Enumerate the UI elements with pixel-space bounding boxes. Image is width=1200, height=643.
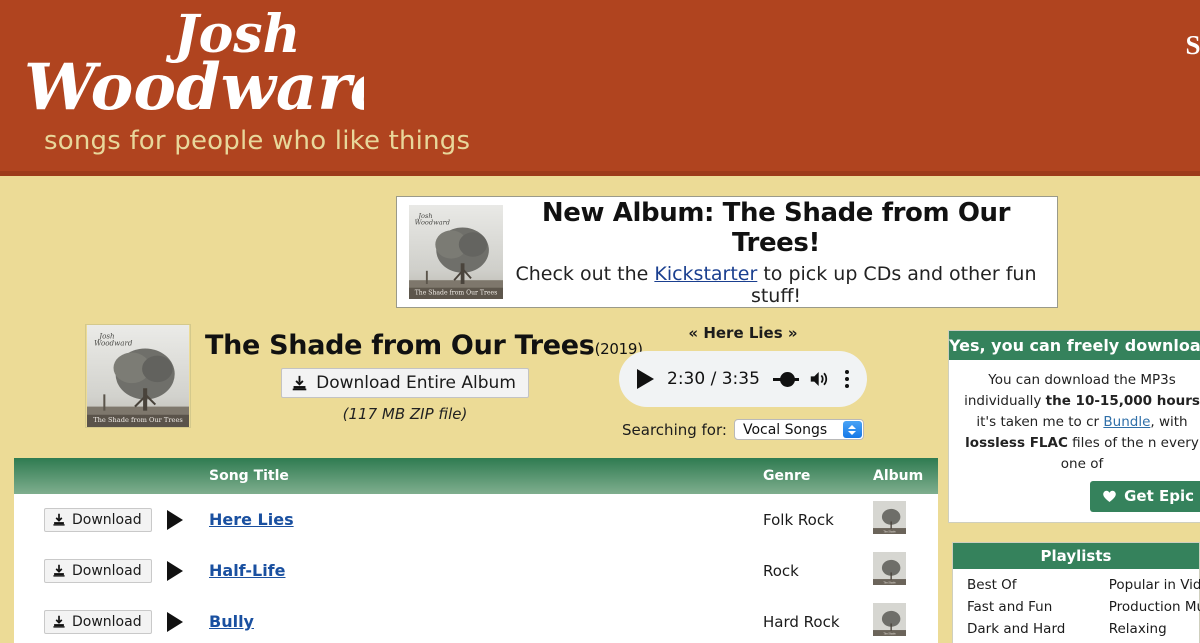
playlist-item[interactable]: Popular in Videos <box>1109 575 1200 597</box>
svg-text:The Shade from Our Trees: The Shade from Our Trees <box>415 289 498 296</box>
svg-text:The Shade from Our Trees: The Shade from Our Trees <box>93 416 183 424</box>
row-album-thumbnail[interactable]: The Shade <box>873 603 906 636</box>
playlist-item[interactable]: Dark and Hard <box>967 619 1095 641</box>
playlists-heading: Playlists <box>953 543 1199 569</box>
search-label: Searching for: <box>622 420 727 439</box>
playlist-item[interactable]: Relaxing <box>1109 619 1200 641</box>
play-icon[interactable] <box>637 369 654 389</box>
svg-text:The Shade: The Shade <box>883 530 896 533</box>
playlist-item[interactable]: Fast and Fun <box>967 597 1095 619</box>
play-icon[interactable] <box>167 560 183 581</box>
song-title-link[interactable]: Bully <box>209 612 254 631</box>
logo-tagline: songs for people who like things <box>44 126 471 156</box>
banner-sub-after: to pick up CDs and other fun stuff! <box>750 262 1037 307</box>
download-icon <box>53 564 65 577</box>
svg-text:Woodward: Woodward <box>24 50 364 124</box>
album-info: The Shade from Our Trees(2019) Download … <box>205 330 643 423</box>
download-icon <box>53 513 65 526</box>
seek-handle-icon[interactable] <box>772 370 799 388</box>
playlists-box: Playlists Best Of Fast and Fun Dark and … <box>952 542 1200 643</box>
banner-album-art: Josh Woodward The Shade from Our Trees <box>409 205 503 299</box>
row-album-thumbnail[interactable]: The Shade <box>873 501 906 534</box>
playlists-column-2: Popular in Videos Production Music Relax… <box>1095 575 1200 643</box>
player-time-display: 2:30 / 3:35 <box>667 369 760 389</box>
banner-text: New Album: The Shade from Our Trees! Che… <box>503 198 1057 307</box>
col-header-genre: Genre <box>763 468 811 484</box>
free-text-part-2: it's taken me to cr <box>976 413 1100 430</box>
col-header-song-title: Song Title <box>209 468 289 484</box>
play-icon[interactable] <box>167 611 183 632</box>
playlist-item[interactable]: Production Music <box>1109 597 1200 619</box>
free-download-box: Yes, you can freely download a You can d… <box>948 330 1200 523</box>
download-song-button[interactable]: Download <box>44 507 152 532</box>
banner-sub-before: Check out the <box>515 262 655 285</box>
play-icon[interactable] <box>167 509 183 530</box>
download-entire-album-button[interactable]: Download Entire Album <box>281 368 529 398</box>
site-logo[interactable]: Josh Woodward songs for people who like … <box>14 4 470 156</box>
page-body: Josh Woodward The Shade from Our Trees N… <box>0 176 1200 643</box>
col-header-album: Album <box>873 468 924 484</box>
svg-text:The Shade: The Shade <box>883 581 896 584</box>
song-genre: Folk Rock <box>763 510 834 529</box>
kebab-menu-icon[interactable] <box>845 370 849 388</box>
audio-player-block: « Here Lies » 2:30 / 3:35 Searching for:… <box>598 324 888 440</box>
free-text-flac: lossless FLAC <box>965 434 1068 451</box>
album-title: The Shade from Our Trees <box>205 330 595 361</box>
heart-icon <box>1103 490 1116 503</box>
now-playing-title: « Here Lies » <box>688 324 798 342</box>
free-text-part-4: files of the n <box>1067 434 1157 451</box>
get-epic-button[interactable]: Get Epic <box>1090 480 1200 512</box>
song-title-link[interactable]: Half-Life <box>209 561 285 580</box>
table-row[interactable]: Download Here Lies Folk Rock The Shade <box>14 494 938 545</box>
audio-player-controls[interactable]: 2:30 / 3:35 <box>619 351 867 407</box>
song-table: Song Title Genre Album Download Here Lie… <box>14 458 938 643</box>
download-icon <box>292 375 307 390</box>
album-title-row: The Shade from Our Trees(2019) <box>205 330 643 361</box>
get-epic-label: Get Epic <box>1124 486 1194 505</box>
banner-title: New Album: The Shade from Our Trees! <box>541 197 1011 258</box>
search-select[interactable]: Vocal Songs <box>733 419 864 440</box>
download-song-button[interactable]: Download <box>44 558 152 583</box>
song-genre: Rock <box>763 561 799 580</box>
album-cover-art[interactable]: Josh Woodward The Shade from Our Trees <box>85 324 191 428</box>
download-song-label: Download <box>72 562 142 579</box>
search-filter-row: Searching for: Vocal Songs <box>598 419 888 440</box>
album-size-note: (117 MB ZIP file) <box>342 405 468 423</box>
logo-script-svg: Josh Woodward <box>24 4 364 124</box>
playlists-column-1: Best Of Fast and Fun Dark and Hard Light… <box>953 575 1095 643</box>
table-row[interactable]: Download Bully Hard Rock The Shade <box>14 596 938 643</box>
svg-text:Woodward: Woodward <box>94 338 133 347</box>
banner-subtitle: Check out the Kickstarter to pick up CDs… <box>503 263 1049 307</box>
free-text-part-3: , with <box>1150 413 1188 430</box>
download-song-label: Download <box>72 613 142 630</box>
download-icon <box>53 615 65 628</box>
kickstarter-link[interactable]: Kickstarter <box>654 263 757 285</box>
new-album-banner[interactable]: Josh Woodward The Shade from Our Trees N… <box>396 196 1058 308</box>
free-download-heading: Yes, you can freely download a <box>949 331 1200 360</box>
table-row[interactable]: Download Half-Life Rock The Shade <box>14 545 938 596</box>
search-select-value: Vocal Songs <box>742 421 828 438</box>
free-download-text: You can download the MP3s individually t… <box>949 360 1200 522</box>
download-song-label: Download <box>72 511 142 528</box>
download-song-button[interactable]: Download <box>44 609 152 634</box>
song-title-link[interactable]: Here Lies <box>209 510 294 529</box>
svg-text:Woodward: Woodward <box>415 219 450 227</box>
volume-icon[interactable] <box>809 369 830 389</box>
site-header: Josh Woodward songs for people who like … <box>0 0 1200 176</box>
free-text-hours: the 10-15,000 hours <box>1045 392 1200 409</box>
table-header-row: Song Title Genre Album <box>14 458 938 494</box>
download-entire-album-label: Download Entire Album <box>316 373 516 393</box>
svg-text:The Shade: The Shade <box>883 632 896 635</box>
song-genre: Hard Rock <box>763 612 840 631</box>
playlist-item[interactable]: Best Of <box>967 575 1095 597</box>
chevron-updown-icon <box>842 421 862 438</box>
bundle-link[interactable]: Bundle <box>1103 414 1150 430</box>
nav-item-cut-off-1[interactable]: So <box>1185 30 1200 61</box>
row-album-thumbnail[interactable]: The Shade <box>873 552 906 585</box>
